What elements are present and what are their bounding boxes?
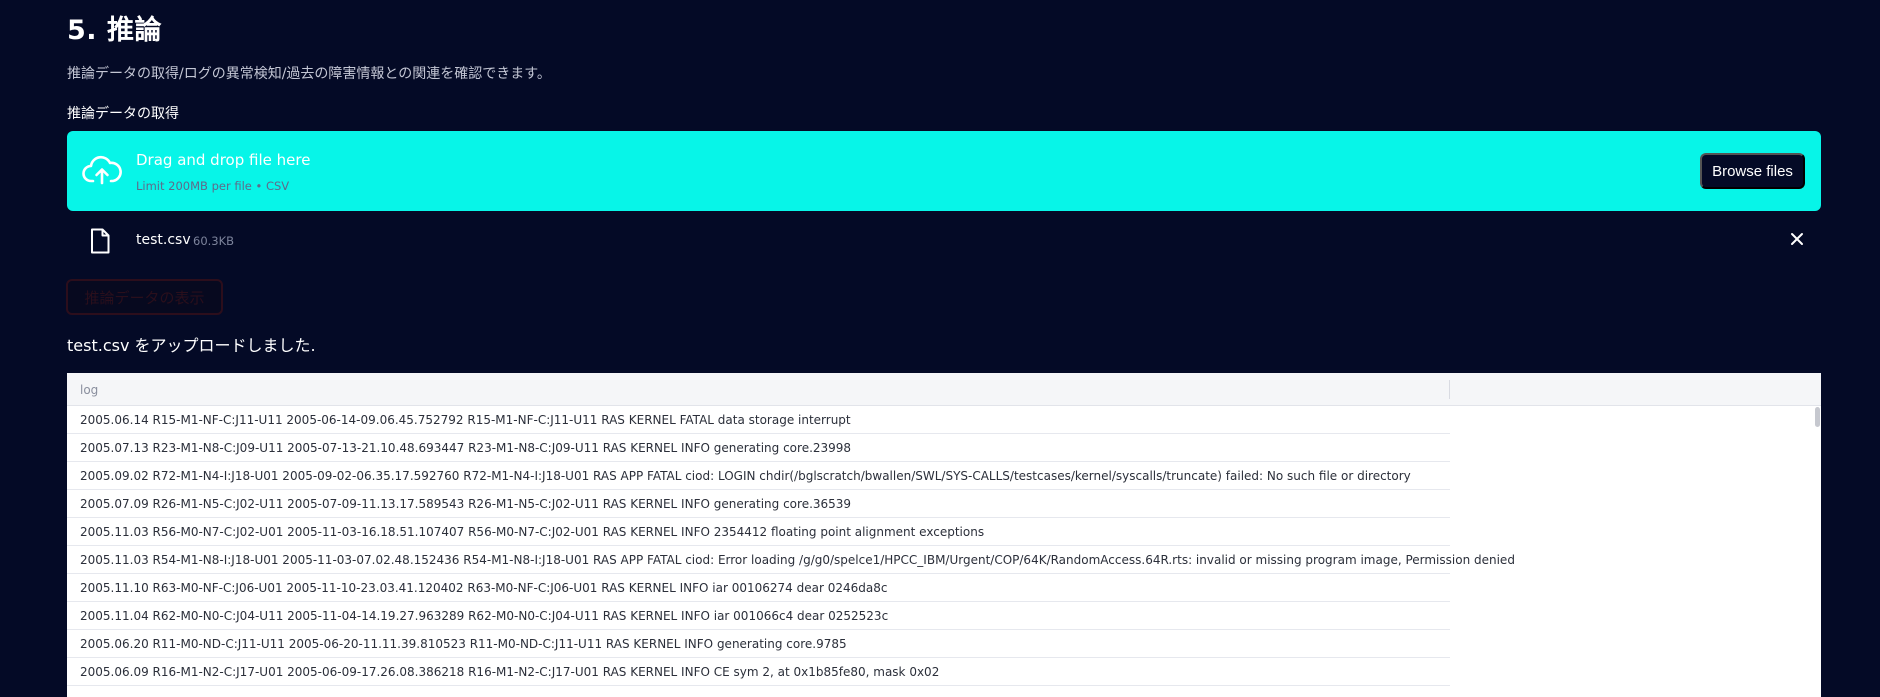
uploader-label: 推論データの取得: [67, 106, 179, 122]
table-cell-log: 2005.07.09 R26-M1-N5-C:J02-U11 2005-07-0…: [80, 497, 852, 511]
cloud-upload-icon: [82, 153, 122, 189]
file-size: 60.3KB: [193, 234, 235, 248]
table-cell-log: 2005.09.02 R72-M1-N4-I:J18-U01 2005-09-0…: [80, 469, 1411, 483]
table-row[interactable]: 2005.11.03 R54-M1-N8-I:J18-U01 2005-11-0…: [67, 546, 1515, 574]
table-cell-log: 2005.06.09 R16-M1-N2-C:J17-U01 2005-06-0…: [80, 665, 940, 679]
table-header: log: [67, 373, 1821, 406]
table-cell-log: 2005.07.13 R23-M1-N8-C:J09-U11 2005-07-1…: [80, 441, 852, 455]
section-title: 5. 推論: [67, 15, 162, 46]
dropzone-limit: Limit 200MB per file • CSV: [136, 179, 290, 193]
inference-page: 5. 推論 推論データの取得/ログの異常検知/過去の障害情報との関連を確認できま…: [0, 0, 1880, 697]
table-row[interactable]: 2005.11.04 R62-M0-N0-C:J04-U11 2005-11-0…: [67, 602, 1450, 630]
table-row[interactable]: 2005.07.09 R26-M1-N5-C:J02-U11 2005-07-0…: [67, 490, 1450, 518]
table-cell-log: 2005.11.03 R54-M1-N8-I:J18-U01 2005-11-0…: [80, 553, 1515, 567]
file-icon: [90, 228, 110, 254]
file-name: test.csv: [136, 232, 191, 248]
table-row[interactable]: 2005.06.20 R11-M0-ND-C:J11-U11 2005-06-2…: [67, 630, 1450, 658]
browse-files-button[interactable]: Browse files: [1700, 153, 1805, 189]
table-cell-log: 2005.06.14 R15-M1-NF-C:J11-U11 2005-06-1…: [80, 413, 851, 427]
table-cell-log: 2005.11.10 R63-M0-NF-C:J06-U01 2005-11-1…: [80, 581, 888, 595]
column-divider: [1449, 380, 1450, 399]
log-data-table[interactable]: log 2005.06.14 R15-M1-NF-C:J11-U11 2005-…: [67, 373, 1821, 697]
table-row[interactable]: 2005.06.14 R15-M1-NF-C:J11-U11 2005-06-1…: [67, 406, 1450, 434]
show-inference-data-button[interactable]: 推論データの表示: [66, 279, 223, 315]
table-row[interactable]: 2005.07.13 R23-M1-N8-C:J09-U11 2005-07-1…: [67, 434, 1450, 462]
table-scrollbar[interactable]: [1815, 407, 1820, 427]
table-row[interactable]: 2005.06.09 R16-M1-N2-C:J17-U01 2005-06-0…: [67, 658, 1450, 686]
dropzone-instruction: Drag and drop file here: [136, 151, 311, 169]
table-cell-log: 2005.11.04 R62-M0-N0-C:J04-U11 2005-11-0…: [80, 609, 889, 623]
file-dropzone[interactable]: Drag and drop file here Limit 200MB per …: [67, 131, 1821, 211]
close-icon[interactable]: [1787, 229, 1807, 249]
column-header-log[interactable]: log: [80, 383, 98, 397]
upload-success-message: test.csv をアップロードしました.: [67, 336, 316, 355]
table-row[interactable]: 2005.11.10 R63-M0-NF-C:J06-U01 2005-11-1…: [67, 574, 1450, 602]
table-row[interactable]: 2005.09.02 R72-M1-N4-I:J18-U01 2005-09-0…: [67, 462, 1450, 490]
table-cell-log: 2005.11.03 R56-M0-N7-C:J02-U01 2005-11-0…: [80, 525, 985, 539]
table-cell-log: 2005.06.20 R11-M0-ND-C:J11-U11 2005-06-2…: [80, 637, 847, 651]
uploaded-file-item: test.csv 60.3KB: [67, 220, 1821, 260]
table-row[interactable]: 2005.11.03 R56-M0-N7-C:J02-U01 2005-11-0…: [67, 518, 1450, 546]
section-description: 推論データの取得/ログの異常検知/過去の障害情報との関連を確認できます。: [67, 66, 551, 82]
